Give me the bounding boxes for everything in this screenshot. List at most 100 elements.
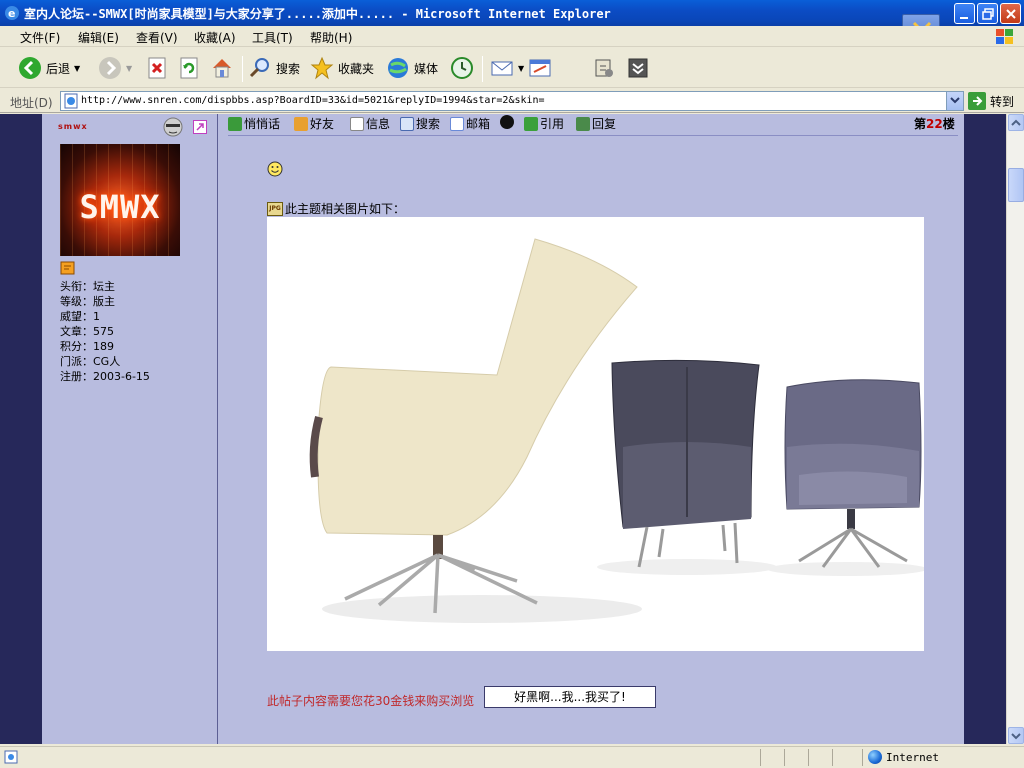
floor-suffix: 楼	[942, 117, 955, 131]
quote-link[interactable]: 引用	[524, 115, 564, 132]
address-dropdown-button[interactable]	[946, 92, 963, 110]
avatar-logo-text: SMWX	[79, 188, 161, 226]
maximize-button[interactable]	[977, 3, 998, 24]
menu-help[interactable]: 帮助(H)	[310, 29, 352, 46]
reply-link[interactable]: 回复	[576, 115, 616, 132]
discuss-icon	[595, 59, 613, 77]
address-bar: 地址(D) http://www.snren.com/dispbbs.asp?B…	[0, 89, 1024, 113]
chevron-down-icon	[950, 97, 960, 104]
scroll-down-button[interactable]	[1008, 727, 1024, 744]
close-icon	[1006, 9, 1016, 19]
info-link[interactable]: 信息	[350, 115, 390, 132]
blue-grey-armchair	[784, 379, 922, 568]
home-button[interactable]	[210, 54, 234, 82]
page-status-icon	[4, 750, 18, 764]
purchase-button[interactable]: 好黑啊...我...我买了!	[484, 686, 656, 708]
dropdown-arrow-icon[interactable]: ▼	[126, 64, 132, 73]
search-icon	[400, 116, 414, 131]
discuss-button[interactable]	[592, 54, 616, 82]
post-panel: 悄悄话 好友 信息 搜索 邮箱 引用 回复 第22楼 JPG 此主题相关图片如下…	[220, 114, 964, 744]
dropdown-arrow-icon[interactable]: ▼	[518, 64, 524, 73]
whisper-link[interactable]: 悄悄话	[228, 115, 280, 132]
user-stats: 头衔：坛主 等级：版主 威望：1 文章：575 积分：189 门派：CG人 注册…	[60, 279, 150, 384]
user-level: 等级：版主	[60, 295, 115, 308]
internet-explorer-icon: e	[5, 6, 19, 20]
back-button[interactable]: 后退 ▼	[18, 54, 80, 82]
search-button[interactable]: 搜索	[248, 54, 300, 82]
user-face-icon	[163, 117, 183, 137]
minimize-button[interactable]	[954, 3, 975, 24]
user-points: 积分：189	[60, 340, 114, 353]
user-prestige: 威望：1	[60, 310, 100, 323]
menu-bar: 文件(F) 编辑(E) 查看(V) 收藏(A) 工具(T) 帮助(H)	[0, 26, 1024, 47]
post-action-bar: 悄悄话 好友 信息 搜索 邮箱 引用 回复 第22楼	[228, 114, 958, 136]
page-viewport: smwx SMWX 头衔：坛主 等级：版主 威望：1 文章：575 积分：189…	[0, 114, 1006, 744]
reply-label: 回复	[592, 117, 617, 131]
menu-tools[interactable]: 工具(T)	[252, 29, 293, 46]
friends-icon	[294, 116, 308, 131]
menu-file[interactable]: 文件(F)	[20, 29, 60, 46]
qq-link[interactable]	[500, 115, 514, 129]
zone-label: Internet	[886, 750, 939, 764]
avatar: SMWX	[60, 144, 180, 256]
dark-grey-chair	[611, 359, 760, 568]
chairs-illustration	[309, 238, 924, 623]
mailbox-link[interactable]: 邮箱	[450, 115, 490, 132]
reply-icon	[576, 116, 590, 131]
status-panel-divider	[808, 749, 809, 766]
toolbar-separator	[242, 56, 243, 82]
dropdown-arrow-icon[interactable]: ▼	[74, 64, 80, 73]
whisper-label: 悄悄话	[244, 117, 281, 131]
address-input[interactable]: http://www.snren.com/dispbbs.asp?BoardID…	[60, 91, 964, 111]
edit-button[interactable]	[528, 54, 552, 82]
user-title: 头衔：坛主	[60, 280, 115, 293]
scroll-up-button[interactable]	[1008, 114, 1024, 131]
user-faction: 门派：CG人	[60, 355, 121, 368]
user-registered: 注册：2003-6-15	[60, 370, 150, 383]
image-caption-text: 此主题相关图片如下：	[285, 202, 406, 216]
menu-view[interactable]: 查看(V)	[136, 29, 178, 46]
expand-icon[interactable]	[193, 120, 207, 134]
media-label: 媒体	[414, 61, 439, 76]
toolbar-separator	[482, 56, 483, 82]
go-button[interactable]: 转到	[968, 92, 1014, 110]
close-button[interactable]	[1000, 3, 1021, 24]
furniture-photo[interactable]	[267, 217, 924, 651]
stop-button[interactable]	[146, 54, 170, 82]
media-button[interactable]: 媒体	[386, 54, 438, 82]
status-panel-divider	[832, 749, 833, 766]
history-clock-icon	[451, 57, 473, 79]
favorites-button[interactable]: 收藏夹	[310, 54, 374, 82]
windows-logo-icon	[996, 29, 1013, 44]
search-icon	[249, 58, 269, 78]
home-icon	[213, 59, 231, 78]
menu-favorites[interactable]: 收藏(A)	[194, 29, 236, 46]
messenger-button[interactable]	[626, 54, 650, 82]
search-label: 搜索	[416, 117, 441, 131]
chevron-down-icon	[1011, 733, 1021, 740]
chair-shadow	[767, 562, 924, 576]
history-button[interactable]	[450, 54, 474, 82]
jpg-file-icon: JPG	[267, 201, 283, 216]
quote-label: 引用	[540, 117, 565, 131]
chair-shadow	[322, 595, 642, 623]
search-link[interactable]: 搜索	[400, 115, 440, 132]
qq-penguin-icon	[500, 115, 514, 129]
address-url: http://www.snren.com/dispbbs.asp?BoardID…	[81, 95, 545, 106]
mailbox-label: 邮箱	[466, 117, 491, 131]
edit-page-icon	[529, 59, 551, 77]
username[interactable]: smwx	[58, 122, 88, 131]
forward-button[interactable]: ▼	[98, 54, 132, 82]
refresh-button[interactable]	[178, 54, 202, 82]
restore-icon	[982, 8, 994, 20]
page-icon	[64, 93, 78, 109]
vertical-scrollbar[interactable]	[1006, 114, 1024, 744]
floor-prefix: 第	[914, 117, 927, 131]
svg-text:e: e	[8, 7, 15, 20]
mail-button[interactable]: ▼	[490, 54, 524, 82]
floor-number: 第22楼	[914, 115, 955, 132]
friend-link[interactable]: 好友	[294, 115, 334, 132]
scroll-thumb[interactable]	[1008, 168, 1024, 202]
status-bar: Internet	[0, 746, 1024, 768]
menu-edit[interactable]: 编辑(E)	[78, 29, 119, 46]
